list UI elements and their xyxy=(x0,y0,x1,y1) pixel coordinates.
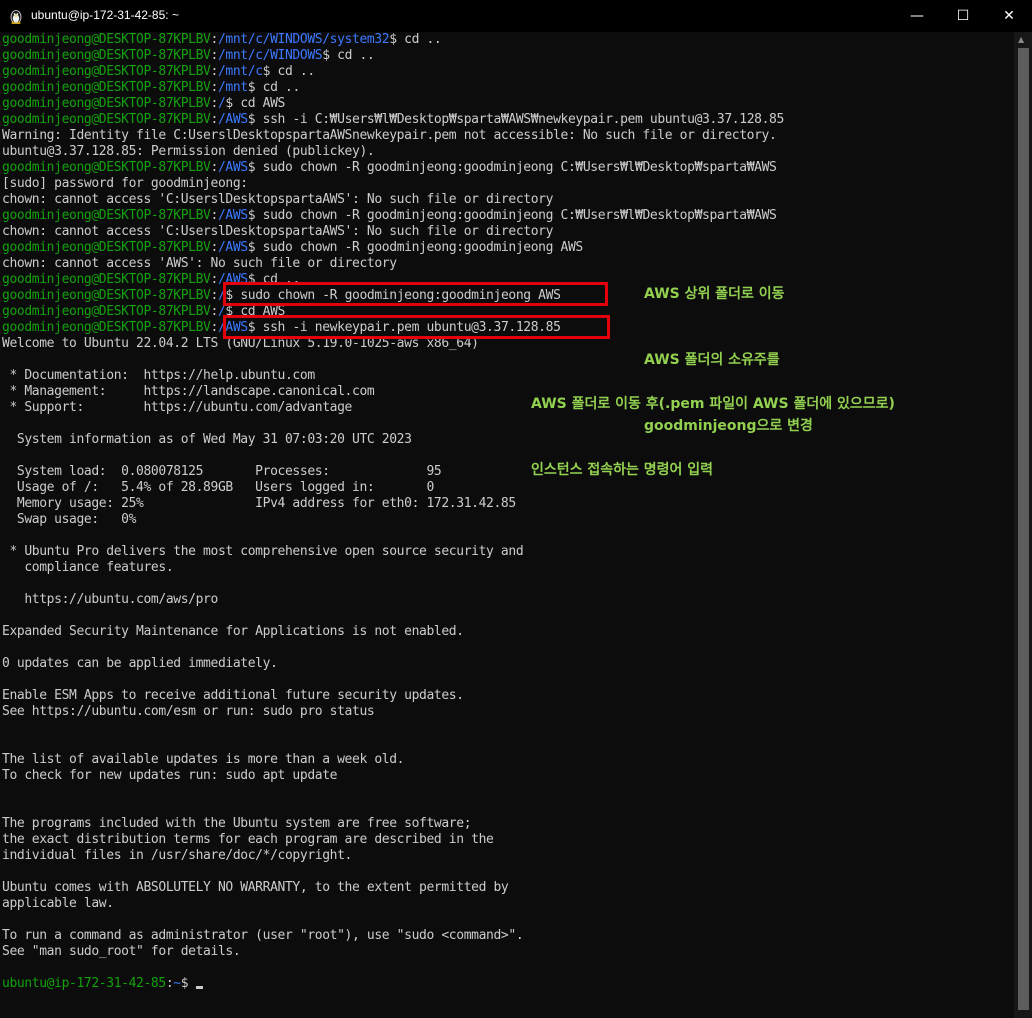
terminal-output-line: See "man sudo_root" for details. xyxy=(2,944,241,959)
prompt-command: $ sudo chown -R goodminjeong:goodminjeon… xyxy=(247,208,777,223)
prompt-command: $ cd AWS xyxy=(225,96,285,111)
terminal-prompt-line: goodminjeong@DESKTOP-87KPLBV:/mnt$ cd .. xyxy=(2,80,301,95)
terminal-prompt-line: goodminjeong@DESKTOP-87KPLBV:/mnt/c/WIND… xyxy=(2,48,375,63)
scrollbar-thumb[interactable] xyxy=(1018,48,1029,1010)
terminal-output-line: [sudo] password for goodminjeong: xyxy=(2,176,248,191)
prompt-command: $ ssh -i C:₩Users₩l₩Desktop₩sparta₩AWS₩n… xyxy=(247,112,785,127)
maximize-button[interactable]: ☐ xyxy=(940,0,986,32)
window-title: ubuntu@ip-172-31-42-85: ~ xyxy=(31,8,179,22)
annotation-line: AWS 상위 폴더로 이동 xyxy=(644,286,785,302)
close-button[interactable]: ✕ xyxy=(986,0,1032,32)
annotation-line: AWS 폴더로 이동 후(.pem 파일이 AWS 폴더에 있으므로) xyxy=(531,396,895,412)
prompt-path: /AWS xyxy=(217,240,248,255)
annotation-line: 인스턴스 접속하는 명령어 입력 xyxy=(531,462,714,478)
tux-icon xyxy=(10,10,22,24)
prompt-user: goodminjeong@DESKTOP-87KPLBV xyxy=(2,112,211,127)
prompt-user: goodminjeong@DESKTOP-87KPLBV xyxy=(2,64,211,79)
terminal-prompt-line: goodminjeong@DESKTOP-87KPLBV:/AWS$ sudo … xyxy=(2,240,583,255)
terminal-output-line: compliance features. xyxy=(2,560,174,575)
terminal-output-line: Swap usage: 0% xyxy=(2,512,137,527)
terminal-output-line: the exact distribution terms for each pr… xyxy=(2,832,494,847)
prompt-path: ~ xyxy=(173,976,181,991)
highlight-box-chown xyxy=(223,282,608,306)
scroll-up-icon[interactable]: ▲ xyxy=(1018,35,1024,44)
terminal-output-line: ubuntu@3.37.128.85: Permission denied (p… xyxy=(2,144,375,159)
prompt-command: $ cd .. xyxy=(322,48,375,63)
terminal-output-line: See https://ubuntu.com/esm or run: sudo … xyxy=(2,704,375,719)
terminal-prompt-line: goodminjeong@DESKTOP-87KPLBV:/AWS$ sudo … xyxy=(2,160,777,175)
prompt-user: goodminjeong@DESKTOP-87KPLBV xyxy=(2,96,211,111)
vertical-scrollbar[interactable]: ▲ xyxy=(1014,32,1032,1018)
terminal-output-line: * Ubuntu Pro delivers the most comprehen… xyxy=(2,544,524,559)
annotation-note-ssh: AWS 폴더로 이동 후(.pem 파일이 AWS 폴더에 있으므로) 인스턴스… xyxy=(531,349,895,503)
prompt-user: goodminjeong@DESKTOP-87KPLBV xyxy=(2,48,211,63)
terminal-output-line: The list of available updates is more th… xyxy=(2,752,405,767)
terminal-output-line: Enable ESM Apps to receive additional fu… xyxy=(2,688,464,703)
terminal-output-line: To check for new updates run: sudo apt u… xyxy=(2,768,338,783)
terminal-output-line: Expanded Security Maintenance for Applic… xyxy=(2,624,464,639)
terminal-output[interactable]: goodminjeong@DESKTOP-87KPLBV:/mnt/c/WIND… xyxy=(2,32,1012,1018)
prompt-user: ubuntu@ip-172-31-42-85 xyxy=(2,976,166,991)
terminal-cursor xyxy=(196,986,204,989)
prompt-user: goodminjeong@DESKTOP-87KPLBV xyxy=(2,160,211,175)
highlight-box-ssh xyxy=(223,315,610,339)
prompt-path: /mnt xyxy=(217,80,248,95)
terminal-prompt-line: goodminjeong@DESKTOP-87KPLBV:/mnt/c/WIND… xyxy=(2,32,442,47)
prompt-user: goodminjeong@DESKTOP-87KPLBV xyxy=(2,320,211,335)
prompt-path: /AWS xyxy=(217,160,248,175)
prompt-command: $ cd .. xyxy=(262,64,316,79)
prompt-path: /mnt/c xyxy=(217,64,263,79)
prompt-user: goodminjeong@DESKTOP-87KPLBV xyxy=(2,288,211,303)
terminal-prompt-line: goodminjeong@DESKTOP-87KPLBV:/$ cd AWS xyxy=(2,96,285,111)
prompt-command: $ xyxy=(180,976,189,991)
terminal-prompt-line: goodminjeong@DESKTOP-87KPLBV:/AWS$ ssh -… xyxy=(2,112,785,127)
prompt-user: goodminjeong@DESKTOP-87KPLBV xyxy=(2,32,211,47)
prompt-path: /mnt/c/WINDOWS/system32 xyxy=(217,32,390,47)
prompt-user: goodminjeong@DESKTOP-87KPLBV xyxy=(2,208,211,223)
prompt-path: /AWS xyxy=(217,208,248,223)
terminal-prompt-line: goodminjeong@DESKTOP-87KPLBV:/mnt/c$ cd … xyxy=(2,64,316,79)
terminal-output-line: chown: cannot access 'AWS': No such file… xyxy=(2,256,397,271)
prompt-command: $ cd .. xyxy=(389,32,442,47)
terminal-output-line: The programs included with the Ubuntu sy… xyxy=(2,816,472,831)
terminal-output-line: https://ubuntu.com/aws/pro xyxy=(2,592,218,607)
terminal-output-line: individual files in /usr/share/doc/*/cop… xyxy=(2,848,352,863)
prompt-user: goodminjeong@DESKTOP-87KPLBV xyxy=(2,304,211,319)
terminal-output-line: To run a command as administrator (user … xyxy=(2,928,524,943)
prompt-command: $ cd .. xyxy=(247,80,301,95)
prompt-user: goodminjeong@DESKTOP-87KPLBV xyxy=(2,240,211,255)
prompt-path: /AWS xyxy=(217,112,248,127)
terminal-prompt-line: goodminjeong@DESKTOP-87KPLBV:/AWS$ sudo … xyxy=(2,208,777,223)
terminal-prompt-line: ubuntu@ip-172-31-42-85:~$ xyxy=(2,976,1012,992)
terminal-output-line: applicable law. xyxy=(2,896,114,911)
terminal-output-line: 0 updates can be applied immediately. xyxy=(2,656,278,671)
terminal-output-line: Warning: Identity file C:UserslDesktopsp… xyxy=(2,128,777,143)
title-bar: ubuntu@ip-172-31-42-85: ~ — ☐ ✕ xyxy=(0,0,1032,32)
prompt-user: goodminjeong@DESKTOP-87KPLBV xyxy=(2,272,211,287)
prompt-command: $ sudo chown -R goodminjeong:goodminjeon… xyxy=(247,160,777,175)
prompt-command: $ sudo chown -R goodminjeong:goodminjeon… xyxy=(247,240,583,255)
prompt-path: /mnt/c/WINDOWS xyxy=(217,48,323,63)
minimize-button[interactable]: — xyxy=(894,0,940,32)
terminal-output-line: chown: cannot access 'C:UserslDesktopspa… xyxy=(2,224,554,239)
terminal-output-line: Ubuntu comes with ABSOLUTELY NO WARRANTY… xyxy=(2,880,509,895)
prompt-user: goodminjeong@DESKTOP-87KPLBV xyxy=(2,80,211,95)
terminal-output-line: chown: cannot access 'C:UserslDesktopspa… xyxy=(2,192,554,207)
